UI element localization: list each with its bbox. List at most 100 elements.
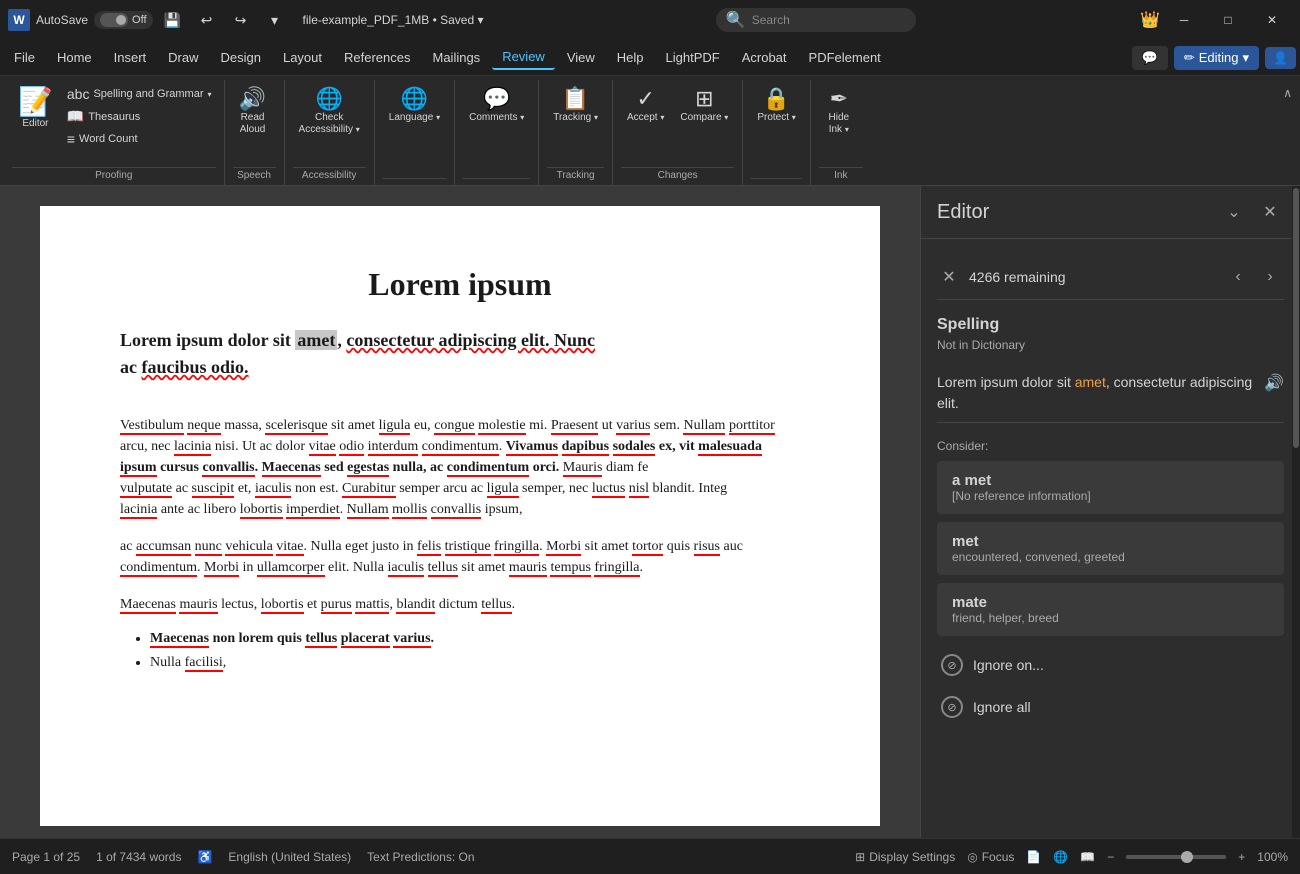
editor-scrollbar-thumb[interactable]: [1293, 188, 1299, 449]
grammar-underline-1: consectetur adipiscing elit. Nunc: [346, 330, 595, 350]
suggestion-card-0[interactable]: a met [No reference information]: [937, 461, 1284, 514]
zoom-in-button[interactable]: +: [1238, 850, 1245, 864]
menu-design[interactable]: Design: [211, 46, 271, 69]
thesaurus-button[interactable]: 📖 Thesaurus: [63, 106, 216, 127]
zoom-thumb[interactable]: [1181, 851, 1193, 863]
speech-label: Speech: [233, 167, 276, 181]
menu-mailings[interactable]: Mailings: [423, 46, 491, 69]
bullet-item-1: Maecenas non lorem quis tellus placerat …: [150, 631, 800, 647]
suggestion-word-2: mate: [952, 594, 1269, 611]
redo-button[interactable]: ↪: [227, 6, 255, 34]
share-button[interactable]: 👤: [1265, 47, 1296, 69]
status-page[interactable]: Page 1 of 25: [12, 850, 80, 864]
status-page-text: Page 1 of 25: [12, 850, 80, 864]
ribbon-language-items: 🌐 Language ▾: [383, 84, 446, 176]
document-page: Lorem ipsum Lorem ipsum dolor sit amet, …: [40, 206, 880, 826]
doc-paragraph-3: ac accumsan nunc vehicula vitae. Nulla e…: [120, 536, 800, 578]
context-text: Lorem ipsum dolor sit amet, consectetur …: [937, 364, 1284, 423]
editing-button[interactable]: ✏ Editing ▾: [1174, 46, 1259, 70]
ignore-all-label: Ignore all: [973, 699, 1031, 715]
menu-layout[interactable]: Layout: [273, 46, 332, 69]
zoom-level[interactable]: 100%: [1257, 850, 1288, 864]
protect-button[interactable]: 🔒 Protect ▾: [751, 84, 801, 128]
menu-references[interactable]: References: [334, 46, 420, 69]
save-button[interactable]: 💾: [159, 6, 187, 34]
maximize-button[interactable]: □: [1208, 6, 1248, 34]
menu-home[interactable]: Home: [47, 46, 102, 69]
menu-pdelement[interactable]: PDFelement: [799, 46, 891, 69]
status-layout-read[interactable]: 📖: [1080, 850, 1095, 864]
grammar-underline-2: faucibus odio.: [142, 357, 249, 377]
next-error-button[interactable]: ›: [1256, 263, 1284, 291]
status-layout-print[interactable]: 📄: [1026, 850, 1041, 864]
suggestion-card-1[interactable]: met encountered, convened, greeted: [937, 522, 1284, 575]
menu-insert[interactable]: Insert: [104, 46, 157, 69]
menu-review[interactable]: Review: [492, 45, 555, 70]
comments-label-group: [463, 178, 530, 181]
context-text-content: Lorem ipsum dolor sit amet, consectetur …: [937, 372, 1264, 414]
menu-view[interactable]: View: [557, 46, 605, 69]
collapse-ribbon-button[interactable]: ∧: [1279, 80, 1296, 106]
zoom-out-button[interactable]: −: [1107, 850, 1114, 864]
undo-button[interactable]: ↩: [193, 6, 221, 34]
status-bar-right: ⊞ Display Settings ◎ Focus 📄 🌐 📖 − + 100…: [855, 850, 1288, 864]
read-aloud-button[interactable]: 🔊 ReadAloud: [233, 84, 273, 140]
read-aloud-icon: 🔊: [239, 88, 266, 110]
error-close-button[interactable]: ✕: [937, 265, 961, 289]
spelling-grammar-button[interactable]: abc Spelling and Grammar ▾: [63, 84, 216, 104]
status-display-settings[interactable]: ⊞ Display Settings: [855, 850, 955, 864]
suggestion-card-2[interactable]: mate friend, helper, breed: [937, 583, 1284, 636]
minimize-button[interactable]: ─: [1164, 6, 1204, 34]
comments-label: Comments ▾: [469, 112, 524, 124]
zoom-slider[interactable]: [1126, 855, 1226, 859]
comments-button[interactable]: 💬 Comments ▾: [463, 84, 530, 128]
ribbon-group-tracking: 📋 Tracking ▾ Tracking: [539, 80, 613, 185]
ribbon-comments-items: 💬 Comments ▾: [463, 84, 530, 176]
bullet-item-2: Nulla facilisi,: [150, 655, 800, 671]
accept-button[interactable]: ✓ Accept ▾: [621, 84, 670, 128]
close-button[interactable]: ✕: [1252, 6, 1292, 34]
word-count-button[interactable]: ≡ Word Count: [63, 129, 216, 149]
status-predictions[interactable]: Text Predictions: On: [367, 850, 474, 864]
ignore-all-icon: ⊘: [941, 696, 963, 718]
error-count: 4266 remaining: [961, 269, 1224, 285]
search-bar[interactable]: 🔍 Search: [716, 8, 916, 32]
editor-scrollbar[interactable]: [1292, 186, 1300, 838]
audio-button[interactable]: 🔊: [1264, 372, 1284, 396]
tracking-label-group: Tracking: [547, 167, 604, 181]
language-button[interactable]: 🌐 Language ▾: [383, 84, 446, 128]
menu-help[interactable]: Help: [607, 46, 654, 69]
status-focus[interactable]: ◎ Focus: [967, 850, 1014, 864]
more-button[interactable]: ▾: [261, 6, 289, 34]
autosave-toggle[interactable]: Off: [94, 11, 152, 29]
doc-paragraph-4: Maecenas mauris lectus, lobortis et puru…: [120, 594, 800, 615]
tracking-button[interactable]: 📋 Tracking ▾: [547, 84, 604, 128]
search-icon: 🔍: [726, 10, 746, 30]
editor-collapse-button[interactable]: ⌄: [1220, 198, 1248, 226]
status-accessibility[interactable]: ♿: [197, 850, 212, 864]
status-layout-web[interactable]: 🌐: [1053, 850, 1068, 864]
editor-button[interactable]: 📝 Editor: [12, 84, 59, 134]
comment-button[interactable]: 💬: [1132, 46, 1168, 70]
tracking-label: Tracking ▾: [553, 112, 598, 124]
status-words[interactable]: 1 of 7434 words: [96, 850, 181, 864]
layout-web-icon: 🌐: [1053, 850, 1068, 864]
menu-draw[interactable]: Draw: [158, 46, 208, 69]
editor-close-button[interactable]: ✕: [1256, 198, 1284, 226]
zoom-out-icon: −: [1107, 850, 1114, 864]
ignore-all-button[interactable]: ⊘ Ignore all: [937, 686, 1284, 728]
search-placeholder: Search: [752, 13, 790, 27]
protect-label: Protect ▾: [757, 112, 795, 124]
hide-ink-button[interactable]: ✒ HideInk ▾: [819, 84, 859, 140]
status-language[interactable]: English (United States): [228, 850, 351, 864]
menu-lightpdf[interactable]: LightPDF: [656, 46, 730, 69]
menu-acrobat[interactable]: Acrobat: [732, 46, 797, 69]
prev-error-button[interactable]: ‹: [1224, 263, 1252, 291]
menu-file[interactable]: File: [4, 46, 45, 69]
editor-header-icons: ⌄ ✕: [1220, 198, 1284, 226]
suggestion-def-0: [No reference information]: [952, 489, 1269, 503]
check-accessibility-button[interactable]: 🌐 CheckAccessibility ▾: [293, 84, 366, 140]
ignore-on-button[interactable]: ⊘ Ignore on...: [937, 644, 1284, 686]
suggestion-word-0: a met: [952, 472, 1269, 489]
compare-button[interactable]: ⊞ Compare ▾: [674, 84, 734, 128]
